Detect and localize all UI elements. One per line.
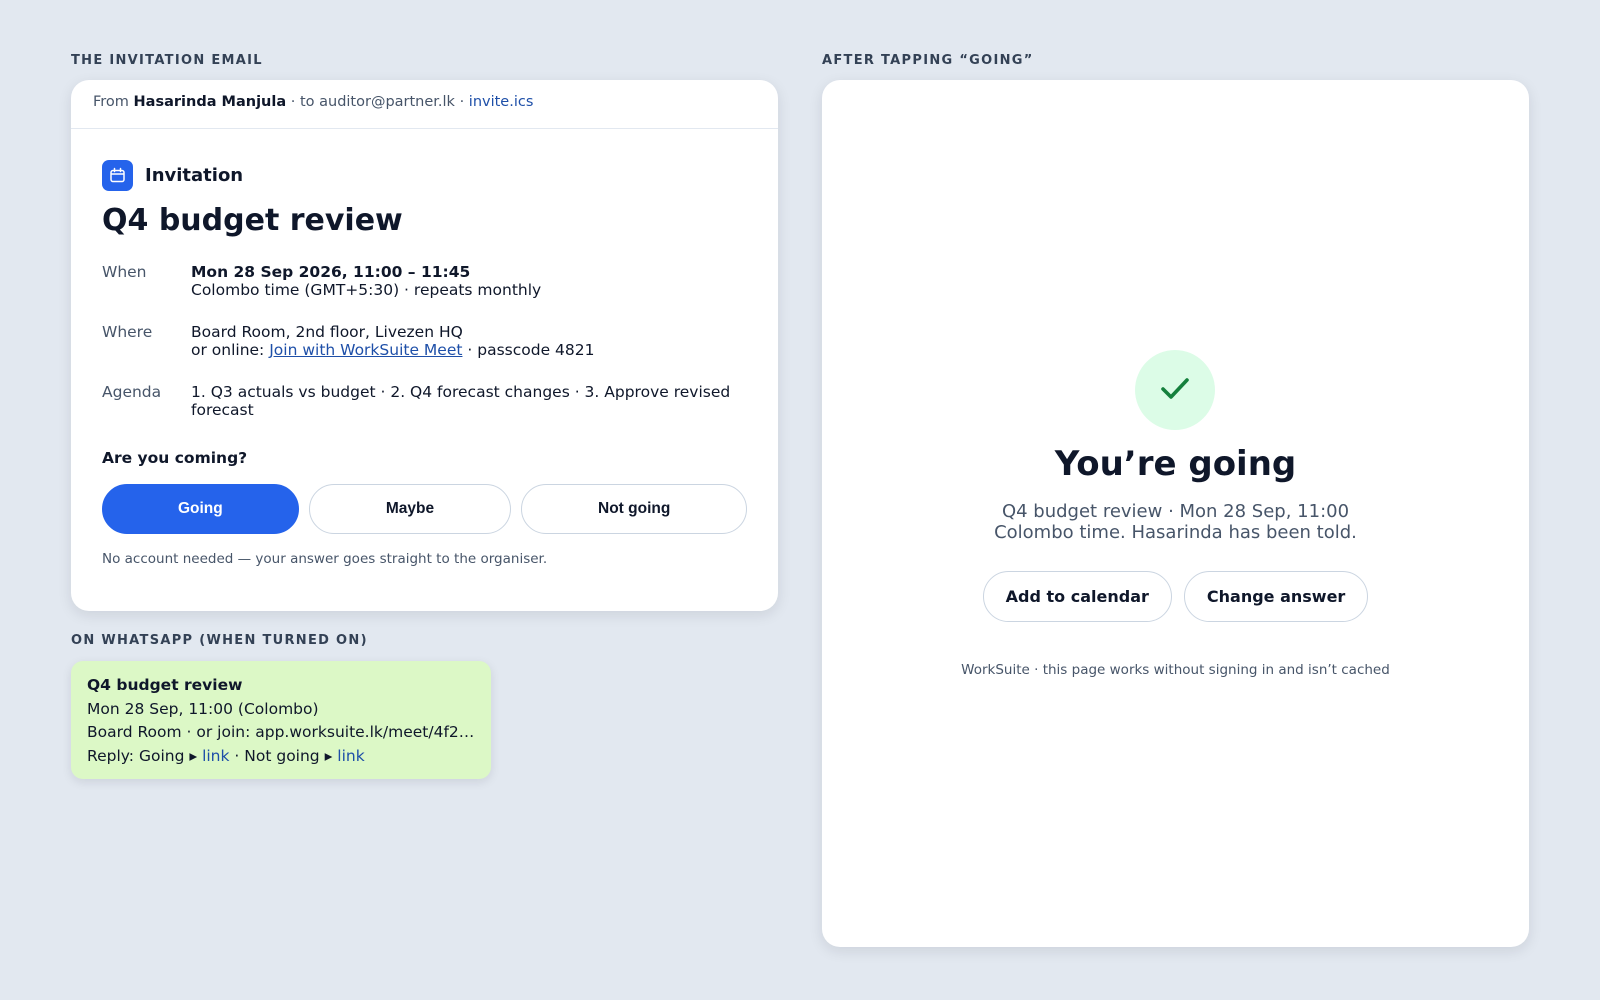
whatsapp-datetime: Mon 28 Sep, 11:00 (Colombo) bbox=[87, 699, 319, 718]
where-online-prefix: or online: bbox=[191, 341, 265, 359]
success-badge bbox=[1135, 350, 1215, 430]
whatsapp-reply-line: Reply: Going ▸ link · Not going ▸ link bbox=[87, 745, 475, 769]
confirmation-section-label: AFTER TAPPING “GOING” bbox=[822, 53, 1034, 68]
rsvp-buttons: Going Maybe Not going bbox=[102, 484, 747, 534]
recipient-text: · to auditor@partner.lk · bbox=[290, 94, 465, 110]
whatsapp-message: Q4 budget review Mon 28 Sep, 11:00 (Colo… bbox=[71, 661, 491, 779]
when-timezone: Colombo time (GMT+5:30) · repeats monthl… bbox=[191, 281, 542, 299]
invitation-label: Invitation bbox=[145, 164, 244, 186]
sender-name: Hasarinda Manjula bbox=[133, 94, 287, 110]
confirmation-card: You’re going Q4 budget review · Mon 28 S… bbox=[822, 80, 1529, 947]
event-title: Q4 budget review bbox=[102, 203, 403, 238]
maybe-button[interactable]: Maybe bbox=[308, 484, 512, 534]
whatsapp-location: Board Room · or join: app.worksuite.lk/m… bbox=[87, 723, 475, 741]
from-prefix: From bbox=[93, 94, 129, 110]
whatsapp-reply-prefix: Reply: Going ▸ bbox=[87, 746, 198, 765]
invitation-tag: Invitation bbox=[102, 159, 747, 191]
email-section-label: THE INVITATION EMAIL bbox=[71, 53, 263, 68]
when-label: When bbox=[102, 263, 147, 281]
check-icon bbox=[1158, 371, 1192, 409]
when-datetime: Mon 28 Sep 2026, 11:00 – 11:45 bbox=[191, 263, 471, 281]
whatsapp-section-label: ON WHATSAPP (WHEN TURNED ON) bbox=[71, 633, 368, 648]
confirmation-summary-line1: Q4 budget review · Mon 28 Sep, 11:00 bbox=[1001, 501, 1350, 522]
agenda-row: Agenda 1. Q3 actuals vs budget · 2. Q4 f… bbox=[102, 383, 747, 419]
where-row: Where Board Room, 2nd floor, Livezen HQ … bbox=[102, 323, 747, 359]
confirmation-footer: WorkSuite · this page works without sign… bbox=[961, 662, 1390, 678]
when-row: When Mon 28 Sep 2026, 11:00 – 11:45 Colo… bbox=[102, 263, 747, 299]
where-label: Where bbox=[102, 323, 153, 341]
confirmation-title: You’re going bbox=[1054, 444, 1297, 484]
whatsapp-going-link[interactable]: link bbox=[202, 747, 229, 765]
whatsapp-not-going-link[interactable]: link bbox=[337, 747, 364, 765]
confirmation-actions: Add to calendar Change answer bbox=[822, 571, 1529, 622]
rsvp-fine-print: No account needed — your answer goes str… bbox=[102, 551, 548, 567]
change-answer-button[interactable]: Change answer bbox=[1183, 571, 1369, 622]
not-going-button[interactable]: Not going bbox=[521, 484, 747, 534]
confirmation-summary-line2: Colombo time. Hasarinda has been told. bbox=[994, 522, 1357, 543]
confirmation-summary: Q4 budget review · Mon 28 Sep, 11:00 Col… bbox=[822, 501, 1529, 543]
add-to-calendar-button[interactable]: Add to calendar bbox=[982, 571, 1172, 622]
calendar-icon bbox=[102, 159, 133, 191]
agenda-text: 1. Q3 actuals vs budget · 2. Q4 forecast… bbox=[191, 383, 731, 419]
rsvp-question: Are you coming? bbox=[102, 449, 248, 467]
whatsapp-reply-mid: · Not going ▸ bbox=[234, 746, 333, 765]
where-passcode: · passcode 4821 bbox=[467, 341, 595, 359]
join-meeting-link[interactable]: Join with WorkSuite Meet bbox=[269, 341, 462, 359]
where-location: Board Room, 2nd floor, Livezen HQ bbox=[191, 323, 463, 341]
whatsapp-title: Q4 budget review bbox=[87, 676, 243, 694]
email-header: From Hasarinda Manjula · to auditor@part… bbox=[71, 80, 778, 129]
agenda-label: Agenda bbox=[102, 383, 162, 401]
invitation-email-card: From Hasarinda Manjula · to auditor@part… bbox=[71, 80, 778, 611]
attachment-link[interactable]: invite.ics bbox=[469, 94, 534, 110]
going-button[interactable]: Going bbox=[102, 484, 299, 534]
